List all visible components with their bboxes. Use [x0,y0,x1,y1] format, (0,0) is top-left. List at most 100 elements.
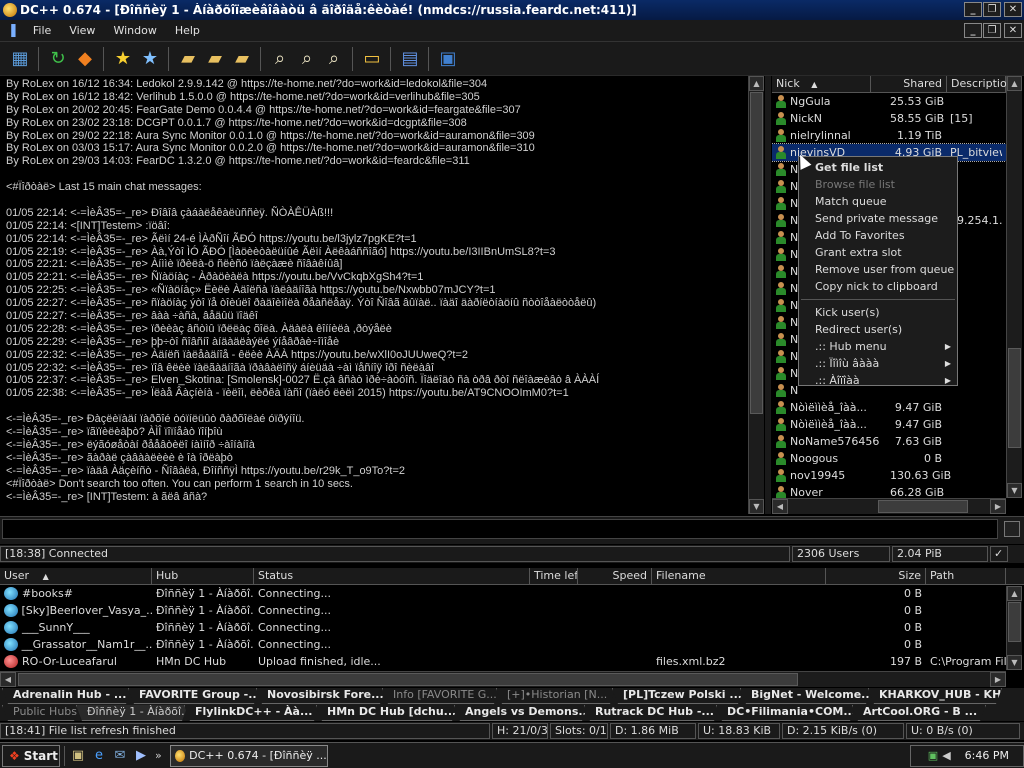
multiline-toggle-icon[interactable] [1004,521,1020,537]
tray-clock[interactable]: 6:46 PM [965,749,1009,762]
tray-volume-icon[interactable]: ◀ [942,749,950,762]
user-row[interactable]: Nòìëììèå_îàà... 9.47 GiB [772,399,1006,416]
queue-icon[interactable]: ▰ [176,47,200,71]
open-file-list-icon[interactable]: ▭ [360,47,384,71]
context-menu-item[interactable]: Match queue [799,193,957,210]
hub-tab[interactable]: [+]•Historian [N... [496,688,616,704]
user-list-vscroll[interactable]: ▲ ▼ [1006,76,1022,498]
hub-tab[interactable]: Info [FAVORITE G... [382,688,500,704]
hub-tab[interactable]: Public Hubs [2,705,80,721]
user-row[interactable]: Noogous 0 B [772,450,1006,467]
scroll-up-icon[interactable]: ▲ [749,76,764,91]
hub-tab[interactable]: ArtCool.ORG - B ... [852,705,986,721]
transfer-list[interactable]: User ▲ Hub Status Time left Speed Filena… [0,568,1024,687]
column-speed[interactable]: Speed [578,568,652,584]
close-icon[interactable]: ✕ [1004,2,1022,17]
context-menu-item[interactable]: Kick user(s) [799,304,957,321]
message-input[interactable] [2,519,998,539]
scroll-down-icon[interactable]: ▼ [749,499,764,514]
column-status[interactable]: Status [254,568,530,584]
tray-network-icon[interactable]: ▣ [928,749,938,762]
scroll-thumb[interactable] [18,673,798,686]
column-user[interactable]: User ▲ [0,568,152,584]
column-size[interactable]: Size [826,568,926,584]
mdi-child-icon[interactable]: ❚ [8,23,19,38]
user-list-hscroll[interactable]: ◀ ▶ [772,498,1006,514]
hub-tab[interactable]: FlylinkDC++ - Àà... [184,705,320,721]
outlook-express-icon[interactable]: ✉ [112,748,128,764]
scroll-up-icon[interactable]: ▲ [1007,586,1022,601]
scroll-thumb[interactable] [1008,348,1021,448]
hub-tab[interactable]: HMn DC Hub [dchu... [316,705,458,721]
user-row[interactable]: NoName576456 7.63 GiB [772,433,1006,450]
splitter[interactable] [765,76,771,514]
hub-tab[interactable]: Ðîññèÿ 1 - Àíàðõî... [76,705,188,721]
internet-explorer-icon[interactable]: e [91,748,107,764]
public-hubs-icon[interactable]: ▦ [8,47,32,71]
filter-checkbox[interactable]: ✓ [990,546,1008,562]
reconnect-icon[interactable]: ↻ [46,47,70,71]
transfer-row[interactable]: [Sky]Beerlover_Vasya_... Ðîññèÿ 1 - Àíàðõ… [0,602,1024,619]
menu-file[interactable]: File [33,24,51,37]
transfer-vscroll[interactable]: ▲ ▼ [1006,586,1022,670]
hub-tab[interactable]: Adrenalin Hub - ... [2,688,132,704]
menu-window[interactable]: Window [113,24,156,37]
context-menu-item[interactable]: Add To Favorites [799,227,957,244]
context-menu-item[interactable]: Remove user from queue [799,261,957,278]
context-menu-item[interactable]: Copy nick to clipboard [799,278,957,295]
hub-tab[interactable]: DC•Filimania•COM... [716,705,856,721]
context-menu-item[interactable]: .:: Àîïîàà ▶ [799,372,957,389]
transfer-row[interactable]: RO-Or-Luceafarul HMn DC Hub Upload finishe… [0,653,1024,670]
transfer-row[interactable]: __Grassator__Nam1r__... Ðîññèÿ 1 - Àíàðõî… [0,636,1024,653]
favorite-users-icon[interactable]: ★ [138,47,162,71]
chat-scrollbar[interactable]: ▲ ▼ [748,76,764,514]
column-hub[interactable]: Hub [152,568,254,584]
scroll-down-icon[interactable]: ▼ [1007,655,1022,670]
quicklaunch-more-icon[interactable]: » [155,749,162,762]
context-menu-item[interactable]: Grant extra slot [799,244,957,261]
column-shared[interactable]: Shared [871,76,947,92]
minimize-icon[interactable]: _ [964,2,982,17]
context-menu-item[interactable]: Send private message [799,210,957,227]
child-minimize-icon[interactable]: _ [964,23,982,38]
hub-tab[interactable]: [PL]Tczew Polski ... [612,688,744,704]
column-nick[interactable]: Nick ▲ [772,76,871,92]
context-menu-item[interactable]: .:: Hub menu ▶ [799,338,957,355]
scroll-up-icon[interactable]: ▲ [1007,76,1022,91]
child-close-icon[interactable]: ✕ [1004,23,1022,38]
taskbar-dcpp-item[interactable]: DC++ 0.674 - [Ðîññèÿ ... [169,744,328,767]
finished-uploads-icon[interactable]: ▰ [230,47,254,71]
context-menu-item[interactable]: Browse file list [799,176,957,193]
user-row[interactable]: nov19945 130.63 GiB [772,467,1006,484]
scroll-thumb[interactable] [750,92,763,414]
maximize-icon[interactable]: ❐ [983,2,1001,17]
user-row[interactable]: NickN 58.55 GiB [15] [772,110,1006,127]
favorite-hubs-icon[interactable]: ★ [111,47,135,71]
column-description[interactable]: Description [947,76,1006,92]
column-filename[interactable]: Filename [652,568,826,584]
scroll-left-icon[interactable]: ◀ [772,499,788,514]
transfer-hscroll[interactable]: ◀ ▶ [0,671,1006,687]
hub-tab[interactable]: Novosibirsk Fore... [256,688,386,704]
hub-tab[interactable]: FAVORITE Group -... [128,688,260,704]
user-row[interactable]: nielrylinnal 1.19 TiB [772,127,1006,144]
scroll-thumb[interactable] [1008,602,1021,642]
scroll-left-icon[interactable]: ◀ [0,672,16,687]
user-row[interactable]: Nòìëììèå_îàà... 9.47 GiB [772,416,1006,433]
show-desktop-icon[interactable]: ▣ [70,748,86,764]
search-icon[interactable]: ⌕ [268,47,292,71]
notepad-icon[interactable]: ▣ [436,47,460,71]
hub-tab[interactable]: Rutrack DC Hub -... [584,705,720,721]
hub-tab[interactable]: BigNet - Welcome... [740,688,872,704]
hub-tab[interactable]: Angels vs Demons... [454,705,588,721]
column-path[interactable]: Path [926,568,1006,584]
context-menu-item[interactable]: Redirect user(s) [799,321,957,338]
start-button[interactable]: ❖ Start [2,744,60,767]
transfer-row[interactable]: #books# Ðîññèÿ 1 - Àíàðõî... Connecting...… [0,585,1024,602]
menu-help[interactable]: Help [175,24,200,37]
settings-icon[interactable]: ▤ [398,47,422,71]
column-time-left[interactable]: Time left [530,568,578,584]
search-spy-icon[interactable]: ⌕ [322,47,346,71]
media-player-icon[interactable]: ▶ [133,748,149,764]
adl-search-icon[interactable]: ⌕ [295,47,319,71]
